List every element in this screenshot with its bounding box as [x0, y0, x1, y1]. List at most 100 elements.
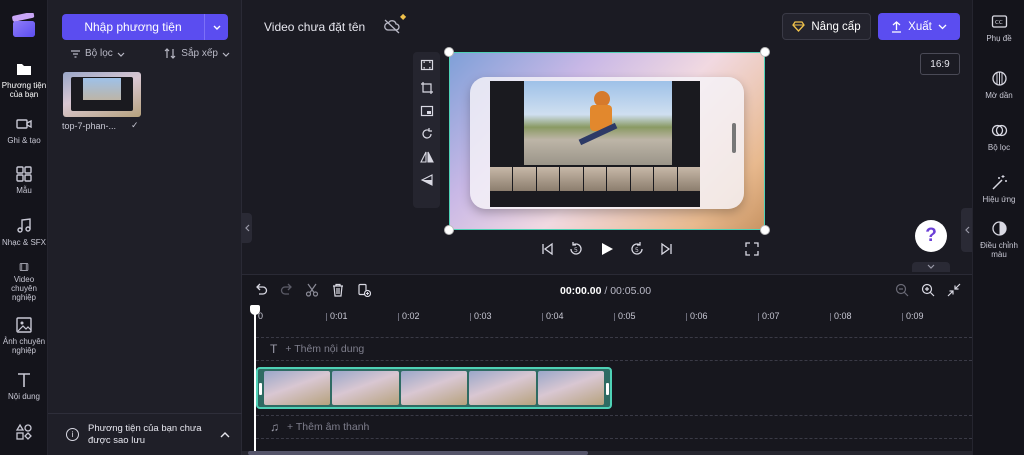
export-button[interactable]: Xuất [878, 13, 960, 40]
chevron-down-icon [213, 25, 220, 30]
scissors-icon[interactable] [305, 283, 319, 297]
backup-warning-text: Phương tiện của bạn chưa được sao lưu [88, 422, 202, 446]
import-media-label[interactable]: Nhập phương tiện [62, 14, 204, 40]
ruler-tick: 0:06 [686, 311, 708, 321]
redo-icon[interactable] [280, 283, 294, 297]
rail-item-music-sfx[interactable]: Nhạc & SFX [0, 217, 48, 247]
rrail-item-filters[interactable]: Bộ lọc [973, 122, 1024, 152]
rrail-item-effects[interactable]: Hiệu ứng [973, 174, 1024, 204]
flip-vertical-icon[interactable] [420, 173, 434, 187]
rrail-item-fade[interactable]: Mờ dần [973, 70, 1024, 100]
rail-item-label: Video chuyên nghiệp [11, 275, 37, 302]
music-icon [17, 218, 31, 233]
cloud-off-icon[interactable] [383, 18, 401, 34]
upgrade-button[interactable]: Nâng cấp [782, 13, 871, 40]
clipchamp-logo-icon [12, 13, 35, 37]
play-icon [602, 243, 613, 255]
timeline-scrollbar[interactable] [242, 451, 972, 455]
rail-item-stock-video[interactable]: Video chuyên nghiệp [0, 262, 48, 302]
rrail-item-captions[interactable]: CC Phụ đề [973, 13, 1024, 43]
media-thumbnail[interactable] [63, 72, 141, 117]
fullscreen-button[interactable] [744, 239, 760, 259]
image-icon [16, 317, 32, 333]
chevron-down-icon [222, 52, 230, 57]
music-note-icon: ♫ [270, 420, 279, 434]
flip-horizontal-icon[interactable] [419, 150, 434, 164]
skip-to-end-button[interactable] [659, 239, 675, 259]
text-track-icon: T [270, 342, 278, 356]
upload-icon [892, 20, 902, 33]
chevron-up-icon[interactable] [220, 431, 230, 439]
rail-item-stock-images[interactable]: Ảnh chuyên nghiệp [0, 316, 48, 355]
rrail-item-label: Mờ dần [985, 91, 1013, 100]
text-track[interactable]: T + Thêm nội dung [256, 337, 972, 361]
diamond-icon [792, 21, 806, 32]
svg-text:5: 5 [574, 247, 578, 254]
aspect-ratio-button[interactable]: 16:9 [920, 53, 960, 75]
video-clip[interactable] [256, 367, 612, 409]
collapse-media-panel-button[interactable] [242, 213, 252, 243]
clip-trim-handle-left[interactable] [259, 383, 262, 395]
help-button[interactable]: ? [915, 220, 947, 252]
resize-handle-top-left[interactable] [444, 47, 454, 57]
phone-screen [490, 81, 700, 207]
svg-text:CC: CC [995, 20, 1003, 26]
add-audio-label[interactable]: + Thêm âm thanh [287, 421, 369, 433]
trash-icon[interactable] [331, 283, 345, 297]
clip-frame [264, 371, 331, 405]
rail-item-label: Ảnh chuyên nghiệp [2, 337, 46, 355]
crop-icon[interactable] [420, 81, 434, 95]
filter-button[interactable]: Bộ lọc [70, 48, 125, 59]
clip-frame [332, 371, 399, 405]
text-icon [18, 373, 30, 387]
rail-item-your-media[interactable]: Phương tiện của bạn [0, 60, 48, 99]
clip-trim-handle-right[interactable] [606, 383, 609, 395]
skip-to-start-button[interactable] [539, 239, 555, 259]
rail-item-text[interactable]: Nội dung [0, 371, 48, 401]
clip-frame [400, 371, 468, 405]
project-title[interactable]: Video chưa đặt tên [264, 20, 365, 34]
rail-item-record-create[interactable]: Ghi & tạo [0, 115, 48, 145]
undo-icon[interactable] [254, 283, 268, 297]
rewind-5s-button[interactable]: 5 [568, 239, 584, 259]
import-media-button[interactable]: Nhập phương tiện [62, 14, 228, 40]
collapse-help-button[interactable] [912, 262, 950, 272]
backup-warning-bar[interactable]: i Phương tiện của bạn chưa được sao lưu [48, 413, 242, 455]
zoom-out-icon[interactable] [895, 283, 909, 297]
resize-handle-top-right[interactable] [760, 47, 770, 57]
rail-item-shapes[interactable] [0, 423, 48, 444]
resize-handle-bottom-left[interactable] [444, 225, 454, 235]
ruler-tick: 0:02 [398, 311, 420, 321]
rrail-item-color-adjust[interactable]: Điều chỉnh màu [973, 220, 1024, 259]
effects-icon [991, 175, 1007, 190]
add-text-label[interactable]: + Thêm nội dung [285, 343, 364, 355]
rotate-icon[interactable] [420, 127, 434, 141]
forward-5s-button[interactable]: 5 [629, 239, 645, 259]
preview-phone-image [470, 77, 744, 209]
rail-item-templates[interactable]: Mẫu [0, 165, 48, 195]
zoom-in-icon[interactable] [921, 283, 935, 297]
picture-in-picture-icon[interactable] [420, 104, 434, 118]
filter-strip [490, 167, 700, 191]
media-panel: Nhập phương tiện Bộ lọc Sắp xếp top-7-ph… [48, 0, 242, 455]
playhead[interactable] [250, 305, 260, 455]
filters-icon [991, 124, 1007, 137]
fit-icon[interactable] [420, 58, 434, 72]
rrail-item-label: Hiệu ứng [982, 195, 1016, 204]
forward-5-icon: 5 [631, 242, 643, 255]
premium-diamond-icon: ◆ [400, 12, 407, 21]
audio-track[interactable]: ♫ + Thêm âm thanh [256, 415, 972, 439]
video-editor-app: Phương tiện của bạn Ghi & tạo Mẫu Nhạc &… [0, 0, 1024, 455]
preview-tool-strip [413, 52, 440, 208]
collapse-properties-panel-button[interactable] [961, 208, 972, 252]
fit-timeline-icon[interactable] [947, 283, 961, 297]
timeline-ruler[interactable]: 0 0:01 0:02 0:03 0:04 0:05 0:06 0:07 0:0… [242, 309, 972, 325]
import-dropdown-button[interactable] [204, 14, 228, 40]
resize-handle-bottom-right[interactable] [760, 225, 770, 235]
play-button[interactable] [599, 239, 615, 259]
sort-button[interactable]: Sắp xếp [164, 48, 230, 59]
video-preview-canvas[interactable] [449, 52, 765, 230]
info-icon: i [66, 428, 79, 441]
media-file-name: top-7-phan-... [62, 121, 117, 131]
add-to-timeline-icon[interactable] [357, 283, 371, 297]
